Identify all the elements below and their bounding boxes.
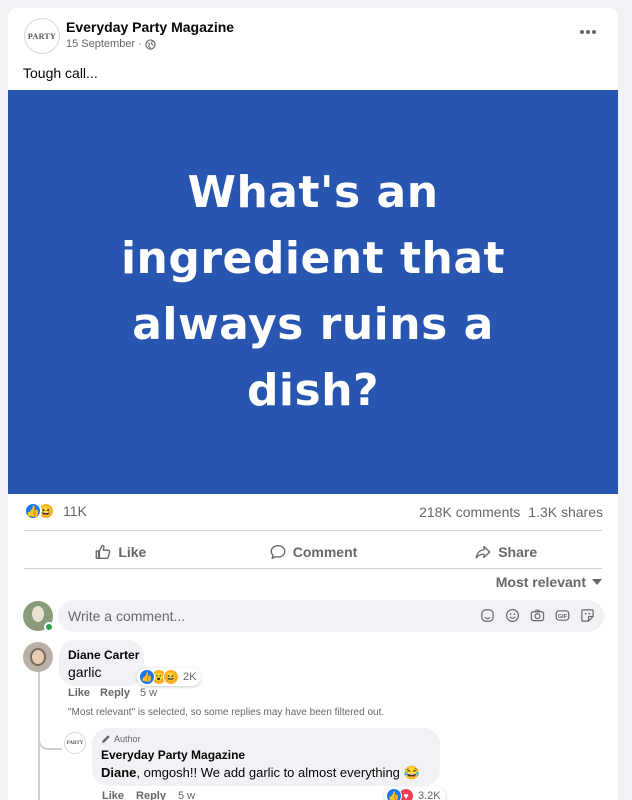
divider [24,568,602,569]
comment-reaction-count: 2K [183,671,197,683]
like-reaction-icon: 👍 [139,669,155,685]
chevron-down-icon [592,579,602,585]
like-button[interactable]: Like [24,536,217,568]
post-header: PARTY Everyday Party Magazine 15 Septemb… [8,8,618,66]
comment-label: Comment [292,544,358,560]
post-actions: Like Comment Share [24,536,602,568]
reply-connector [38,722,62,750]
reply-author-name[interactable]: Everyday Party Magazine [101,748,245,762]
commenter-avatar[interactable] [23,642,53,672]
comment-actions: Like Reply 5 w [68,687,157,699]
comment-reactions[interactable]: 👍 😮 😆 2K [137,668,202,686]
sort-label: Most relevant [495,574,586,590]
reply-author-avatar[interactable]: PARTY [64,732,86,754]
reply-mention[interactable]: Diane [101,765,136,780]
comment-like-button[interactable]: Like [68,687,90,699]
reply-body: , omgosh!! We add garlic to almost every… [136,765,420,780]
comment-input-placeholder: Write a comment... [68,608,186,624]
comment-input[interactable]: Write a comment... GIF [58,600,604,632]
meta-separator: · [138,38,142,50]
reply-reply-button[interactable]: Reply [136,790,166,800]
reaction-count: 11K [63,503,87,519]
reply-like-button[interactable]: Like [102,790,124,800]
dot-icon [580,30,584,34]
online-status-dot [44,622,54,632]
comment-button[interactable]: Comment [217,536,410,568]
reply-text: Diane, omgosh!! We add garlic to almost … [101,765,420,781]
commenter-name[interactable]: Diane Carter [68,648,139,662]
stats-right: 218K comments 1.3K shares [419,504,603,520]
shares-count[interactable]: 1.3K shares [528,504,603,520]
svg-text:GIF: GIF [558,614,568,620]
post-card: PARTY Everyday Party Magazine 15 Septemb… [8,8,618,800]
emoji-icon[interactable] [504,607,521,624]
avatar-figure [30,648,46,666]
share-button[interactable]: Share [409,536,602,568]
page-avatar[interactable]: PARTY [24,18,60,54]
sticker-icon[interactable] [579,607,596,624]
comment-icon [270,545,286,559]
thumbs-up-icon [95,544,111,559]
like-reaction-icon: 👍 [24,502,42,520]
reply-reactions[interactable]: 👍 ♥ 3.2K [384,787,446,800]
comment-bubble: Diane Carter garlic 👍 😮 😆 2K [59,640,202,686]
gif-icon[interactable]: GIF [554,607,571,624]
comment-input-tools: GIF [479,607,596,624]
post-date[interactable]: 15 September [66,38,135,50]
pencil-icon [102,735,110,743]
like-label: Like [118,544,147,560]
reactions-summary[interactable]: 👍 😆 11K [24,502,87,520]
avatar-sticker-icon[interactable] [479,607,496,624]
post-caption: Tough call... [23,65,98,81]
sort-dropdown[interactable]: Most relevant [496,574,602,590]
post-stats: 👍 😆 11K 218K comments 1.3K shares [8,498,618,524]
comment-text: garlic [68,664,102,680]
filter-notice: "Most relevant" is selected, so some rep… [68,707,385,718]
share-icon [475,545,491,559]
reply-logo-text: PARTY [66,740,84,746]
haha-reaction-icon: 😆 [163,669,179,685]
comment-reply-button[interactable]: Reply [100,687,130,699]
post-image[interactable]: What's an ingredient that always ruins a… [8,90,618,494]
comments-count[interactable]: 218K comments [419,504,520,520]
share-label: Share [498,544,538,560]
divider [24,530,602,531]
post-meta: 15 September · [66,38,156,50]
avatar-figure [32,606,44,622]
page-name[interactable]: Everyday Party Magazine [66,19,234,35]
comment-time[interactable]: 5 w [140,687,157,699]
page-logo-text: PARTY [27,31,57,41]
camera-icon[interactable] [529,607,546,624]
author-badge: Author [101,734,141,744]
reply-bubble: Author Everyday Party Magazine Diane, om… [92,728,446,800]
like-reaction-icon: 👍 [386,788,402,800]
globe-icon [145,38,156,50]
post-image-text: What's an ingredient that always ruins a… [120,167,506,416]
reply-reaction-count: 3.2K [418,790,441,800]
author-badge-label: Author [114,734,141,744]
reply-time[interactable]: 5 w [178,790,195,800]
reply-actions: Like Reply 5 w [102,790,195,800]
dot-icon [586,30,590,34]
more-options-button[interactable] [576,22,600,42]
dot-icon [592,30,596,34]
